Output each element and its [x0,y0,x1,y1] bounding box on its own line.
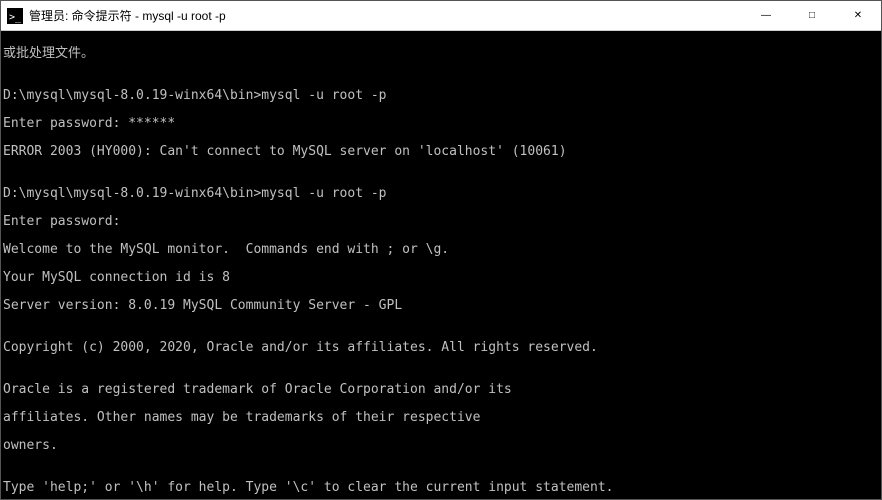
window-controls: — □ ✕ [743,1,881,30]
output-line: affiliates. Other names may be trademark… [3,411,879,425]
output-line: Enter password: [3,215,879,229]
output-line: 或批处理文件。 [3,47,879,61]
output-line: Copyright (c) 2000, 2020, Oracle and/or … [3,341,879,355]
maximize-icon: □ [809,10,815,21]
output-line: Your MySQL connection id is 8 [3,271,879,285]
close-icon: ✕ [854,10,862,21]
output-line: Server version: 8.0.19 MySQL Community S… [3,299,879,313]
window-title: 管理员: 命令提示符 - mysql -u root -p [29,7,743,24]
output-line: D:\mysql\mysql-8.0.19-winx64\bin>mysql -… [3,89,879,103]
terminal-output[interactable]: 或批处理文件。 D:\mysql\mysql-8.0.19-winx64\bin… [1,31,881,499]
output-line: Type 'help;' or '\h' for help. Type '\c'… [3,481,879,495]
window: >_ 管理员: 命令提示符 - mysql -u root -p — □ ✕ 或… [0,0,882,500]
output-line: owners. [3,439,879,453]
minimize-button[interactable]: — [743,1,789,30]
minimize-icon: — [761,10,771,21]
output-line: Oracle is a registered trademark of Orac… [3,383,879,397]
output-line: Enter password: ****** [3,117,879,131]
output-line: ERROR 2003 (HY000): Can't connect to MyS… [3,145,879,159]
output-line: Welcome to the MySQL monitor. Commands e… [3,243,879,257]
maximize-button[interactable]: □ [789,1,835,30]
cmd-icon: >_ [7,8,23,24]
svg-text:>_: >_ [9,12,22,23]
titlebar[interactable]: >_ 管理员: 命令提示符 - mysql -u root -p — □ ✕ [1,1,881,31]
close-button[interactable]: ✕ [835,1,881,30]
output-line: D:\mysql\mysql-8.0.19-winx64\bin>mysql -… [3,187,879,201]
